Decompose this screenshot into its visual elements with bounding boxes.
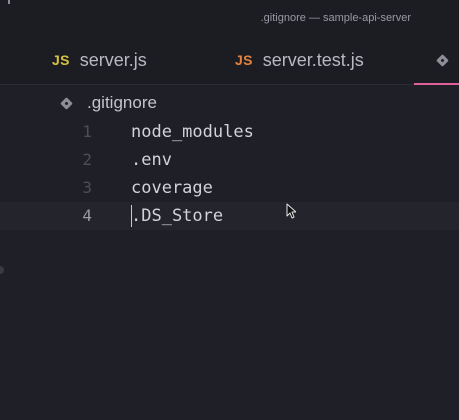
line-number: 4 bbox=[82, 206, 92, 225]
scroll-edge-mark bbox=[0, 266, 4, 274]
line-number: 3 bbox=[82, 178, 92, 197]
editor-line[interactable]: 2 .env bbox=[0, 146, 459, 174]
editor-line-current[interactable]: 4 .DS_Store bbox=[0, 202, 459, 230]
line-text[interactable]: .env bbox=[131, 146, 172, 174]
window-edge-mark bbox=[8, 0, 10, 4]
tab-server-test-js[interactable]: JS server.test.js bbox=[235, 36, 364, 84]
javascript-file-icon: JS bbox=[235, 52, 253, 68]
editor-line[interactable]: 3 coverage bbox=[0, 174, 459, 202]
mouse-pointer-icon bbox=[286, 203, 296, 219]
line-text[interactable]: node_modules bbox=[131, 118, 254, 146]
title-bar: .gitignore — sample-api-server bbox=[0, 0, 459, 36]
line-text[interactable]: coverage bbox=[131, 174, 213, 202]
line-number: 1 bbox=[82, 122, 92, 141]
git-file-icon bbox=[436, 53, 449, 67]
tab-server-js[interactable]: JS server.js bbox=[52, 36, 147, 84]
tab-bar: JS server.js JS server.test.js bbox=[0, 36, 459, 85]
git-file-icon bbox=[60, 96, 73, 110]
breadcrumb[interactable]: .gitignore bbox=[60, 92, 157, 114]
breadcrumb-file-name: .gitignore bbox=[87, 93, 157, 112]
editor-line[interactable]: 1 node_modules bbox=[0, 118, 459, 146]
tab-label: server.js bbox=[79, 49, 147, 70]
tab-label: server.test.js bbox=[262, 49, 364, 70]
active-tab-indicator bbox=[414, 83, 459, 85]
window-title: .gitignore — sample-api-server bbox=[260, 12, 411, 24]
code-editor[interactable]: 1 node_modules 2 .env 3 coverage 4 .DS_S… bbox=[0, 118, 459, 230]
line-number: 2 bbox=[82, 150, 92, 169]
tab-gitignore[interactable] bbox=[436, 36, 449, 84]
line-text[interactable]: .DS_Store bbox=[131, 202, 223, 230]
javascript-file-icon: JS bbox=[52, 52, 70, 68]
